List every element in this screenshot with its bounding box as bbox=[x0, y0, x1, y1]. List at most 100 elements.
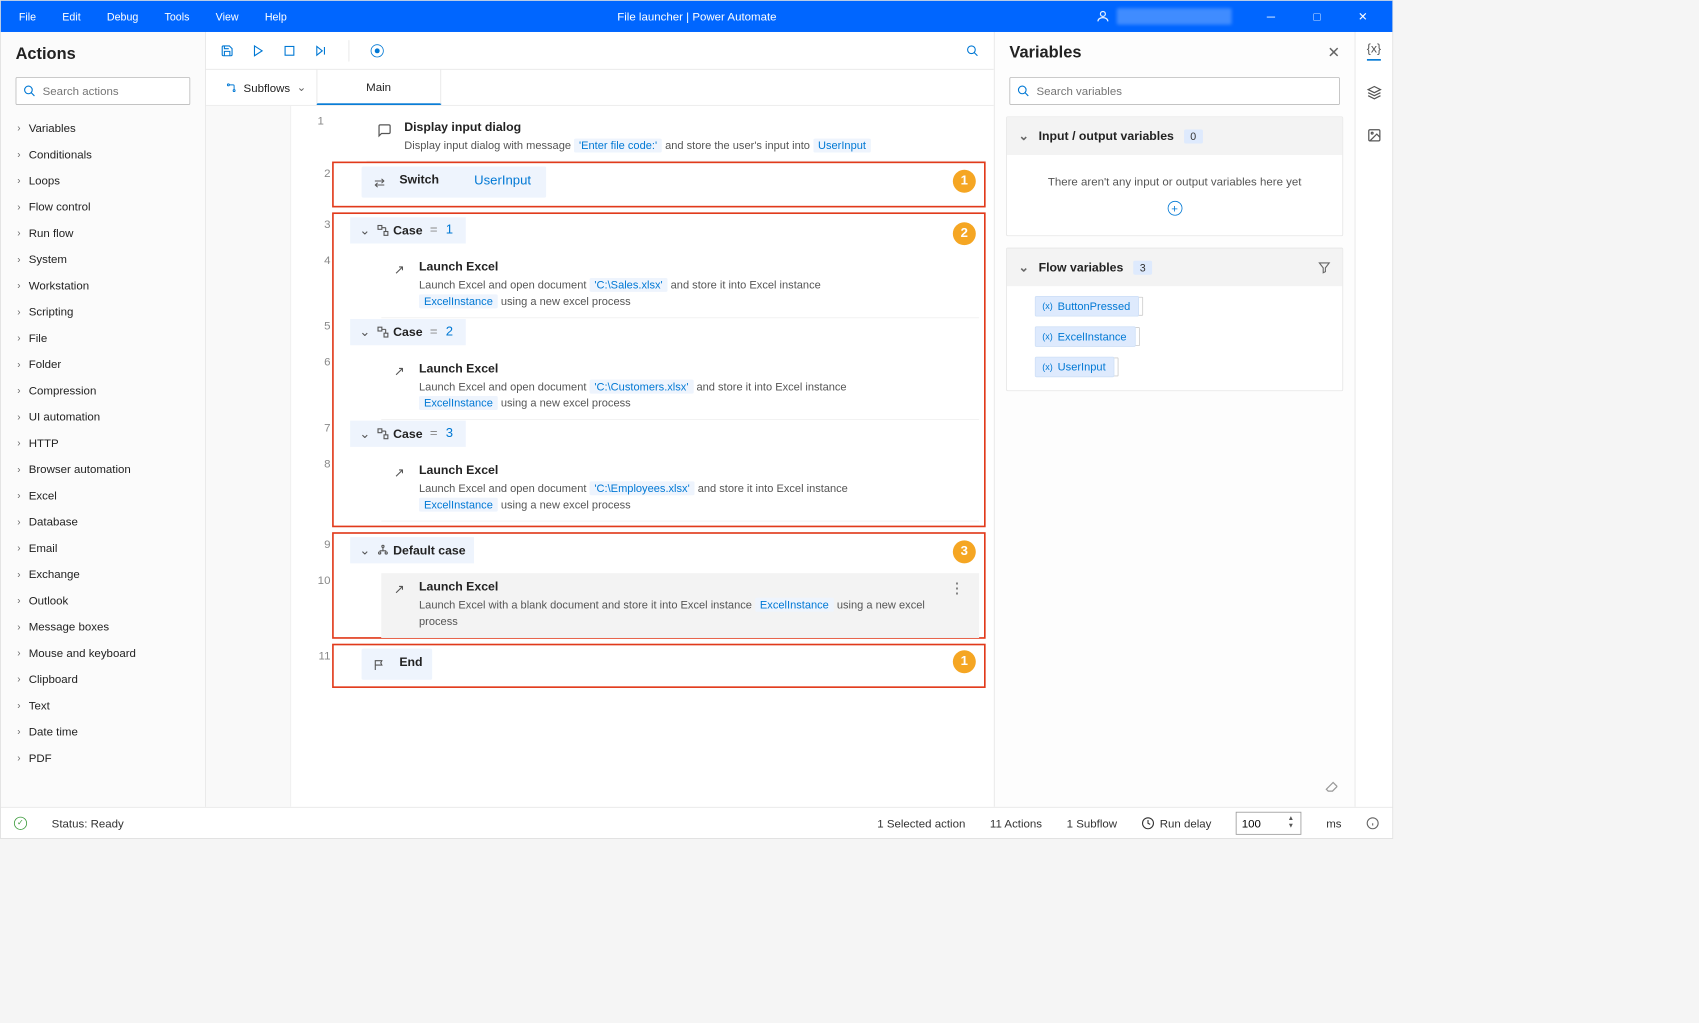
rail-images-icon[interactable] bbox=[1367, 128, 1382, 146]
step-9[interactable]: 9 ⌄ Default case bbox=[339, 537, 979, 571]
status-bar: ✓ Status: Ready 1 Selected action 11 Act… bbox=[1, 807, 1393, 838]
line-number: 2 bbox=[306, 166, 331, 179]
step-1[interactable]: 1 Display input dialog Display input dia… bbox=[332, 114, 986, 160]
action-cat-flow-control[interactable]: ›Flow control bbox=[7, 194, 198, 220]
action-cat-email[interactable]: ›Email bbox=[7, 535, 198, 561]
action-cat-label: File bbox=[29, 331, 48, 344]
action-cat-clipboard[interactable]: ›Clipboard bbox=[7, 666, 198, 692]
chevron-right-icon: › bbox=[17, 542, 20, 553]
step-title: Default case bbox=[393, 543, 465, 557]
menu-debug[interactable]: Debug bbox=[95, 5, 149, 27]
action-cat-loops[interactable]: ›Loops bbox=[7, 167, 198, 193]
action-cat-file[interactable]: ›File bbox=[7, 325, 198, 351]
action-cat-outlook[interactable]: ›Outlook bbox=[7, 587, 198, 613]
variables-search[interactable] bbox=[1009, 77, 1339, 105]
tab-main[interactable]: Main bbox=[316, 70, 441, 105]
action-cat-conditionals[interactable]: ›Conditionals bbox=[7, 141, 198, 167]
app-title: File launcher | Power Automate bbox=[298, 10, 1095, 23]
flow-var-buttonpressed[interactable]: (x)ButtonPressed bbox=[1035, 296, 1139, 317]
action-cat-system[interactable]: ›System bbox=[7, 246, 198, 272]
menu-help[interactable]: Help bbox=[253, 5, 298, 27]
actions-title: Actions bbox=[1, 32, 205, 77]
action-categories[interactable]: ›Variables ›Conditionals ›Loops ›Flow co… bbox=[1, 115, 205, 807]
action-cat-variables[interactable]: ›Variables bbox=[7, 115, 198, 141]
spinner-buttons[interactable]: ▲▼ bbox=[1288, 814, 1299, 832]
action-cat-message-boxes[interactable]: ›Message boxes bbox=[7, 613, 198, 639]
minimize-button[interactable]: ─ bbox=[1248, 1, 1294, 32]
action-cat-excel[interactable]: ›Excel bbox=[7, 482, 198, 508]
line-number: 5 bbox=[306, 319, 331, 332]
step-11[interactable]: 11 End bbox=[339, 649, 979, 682]
close-button[interactable]: ✕ bbox=[1340, 1, 1386, 32]
menu-edit[interactable]: Edit bbox=[51, 5, 92, 27]
chevron-right-icon: › bbox=[17, 253, 20, 264]
rail-layers-icon[interactable] bbox=[1367, 85, 1382, 103]
action-cat-folder[interactable]: ›Folder bbox=[7, 351, 198, 377]
chevron-right-icon: › bbox=[17, 358, 20, 369]
step-5[interactable]: 5 ⌄ Case =2 bbox=[339, 319, 979, 353]
filter-icon[interactable] bbox=[1318, 261, 1331, 274]
stop-icon[interactable] bbox=[283, 44, 296, 57]
step-icon[interactable] bbox=[314, 44, 327, 57]
subflows-button[interactable]: Subflows ⌄ bbox=[216, 70, 316, 105]
chevron-down-icon: ⌄ bbox=[1018, 129, 1028, 144]
action-cat-workstation[interactable]: ›Workstation bbox=[7, 272, 198, 298]
collapse-icon[interactable]: ⌄ bbox=[358, 542, 371, 558]
play-icon[interactable] bbox=[252, 44, 265, 57]
step-8[interactable]: 8 ↗ Launch Excel Launch Excel and open d… bbox=[339, 457, 979, 521]
flow-var-excelinstance[interactable]: (x)ExcelInstance bbox=[1035, 326, 1136, 347]
maximize-button[interactable]: □ bbox=[1294, 1, 1340, 32]
actions-search-input[interactable] bbox=[43, 84, 191, 97]
save-icon[interactable] bbox=[221, 44, 234, 57]
search-icon[interactable] bbox=[966, 44, 979, 57]
step-10[interactable]: 10 ↗ Launch Excel Launch Excel with a bl… bbox=[339, 573, 979, 632]
line-number: 8 bbox=[306, 457, 331, 470]
action-cat-browser-automation[interactable]: ›Browser automation bbox=[7, 456, 198, 482]
menu-file[interactable]: File bbox=[7, 5, 47, 27]
action-cat-database[interactable]: ›Database bbox=[7, 508, 198, 534]
chevron-right-icon: › bbox=[17, 306, 20, 317]
action-cat-run-flow[interactable]: ›Run flow bbox=[7, 220, 198, 246]
add-variable-button[interactable]: + bbox=[1167, 201, 1182, 216]
action-cat-mouse-keyboard[interactable]: ›Mouse and keyboard bbox=[7, 640, 198, 666]
variables-search-input[interactable] bbox=[1036, 84, 1332, 97]
step-4[interactable]: 4 ↗ Launch Excel Launch Excel and open d… bbox=[339, 253, 979, 317]
more-icon[interactable]: ⋮ bbox=[945, 580, 970, 597]
collapse-icon[interactable]: ⌄ bbox=[358, 222, 371, 238]
action-cat-text[interactable]: ›Text bbox=[7, 692, 198, 718]
collapse-icon[interactable]: ⌄ bbox=[358, 324, 371, 340]
action-cat-ui-automation[interactable]: ›UI automation bbox=[7, 403, 198, 429]
close-variables-icon[interactable]: ✕ bbox=[1328, 44, 1340, 61]
io-variables-header[interactable]: ⌄ Input / output variables 0 bbox=[1007, 117, 1342, 155]
action-cat-label: Loops bbox=[29, 174, 60, 187]
rail-variables-icon[interactable]: {x} bbox=[1367, 42, 1381, 61]
collapse-icon[interactable]: ⌄ bbox=[358, 426, 371, 442]
variables-title: Variables bbox=[1009, 43, 1327, 62]
step-6[interactable]: 6 ↗ Launch Excel Launch Excel and open d… bbox=[339, 355, 979, 419]
action-cat-label: Compression bbox=[29, 384, 97, 397]
eraser-icon[interactable] bbox=[1310, 778, 1354, 797]
flow-var-userinput[interactable]: (x)UserInput bbox=[1035, 357, 1115, 378]
action-cat-compression[interactable]: ›Compression bbox=[7, 377, 198, 403]
actions-search[interactable] bbox=[16, 77, 191, 105]
launch-icon: ↗ bbox=[391, 465, 407, 481]
step-title: Display input dialog bbox=[404, 121, 521, 135]
menu-view[interactable]: View bbox=[204, 5, 250, 27]
variables-panel: Variables ✕ ⌄ Input / output variables 0… bbox=[994, 32, 1355, 807]
step-3[interactable]: 3 ⌄ Case =1 bbox=[339, 217, 979, 251]
info-icon[interactable] bbox=[1366, 816, 1379, 829]
run-delay-input[interactable]: ▲▼ bbox=[1236, 811, 1302, 834]
record-icon[interactable] bbox=[371, 44, 384, 57]
flow-designer[interactable]: 1 Display input dialog Display input dia… bbox=[206, 106, 994, 807]
step-7[interactable]: 7 ⌄ Case =3 bbox=[339, 421, 979, 455]
action-cat-date-time[interactable]: ›Date time bbox=[7, 718, 198, 744]
flow-variables-header[interactable]: ⌄ Flow variables 3 bbox=[1007, 248, 1342, 286]
default-case-icon bbox=[376, 544, 389, 557]
step-2[interactable]: 2 ⇄ Switch UserInput bbox=[339, 166, 979, 200]
menu-tools[interactable]: Tools bbox=[153, 5, 201, 27]
action-cat-pdf[interactable]: ›PDF bbox=[7, 745, 198, 771]
step-title: Launch Excel bbox=[419, 580, 498, 594]
action-cat-scripting[interactable]: ›Scripting bbox=[7, 298, 198, 324]
action-cat-http[interactable]: ›HTTP bbox=[7, 430, 198, 456]
action-cat-exchange[interactable]: ›Exchange bbox=[7, 561, 198, 587]
